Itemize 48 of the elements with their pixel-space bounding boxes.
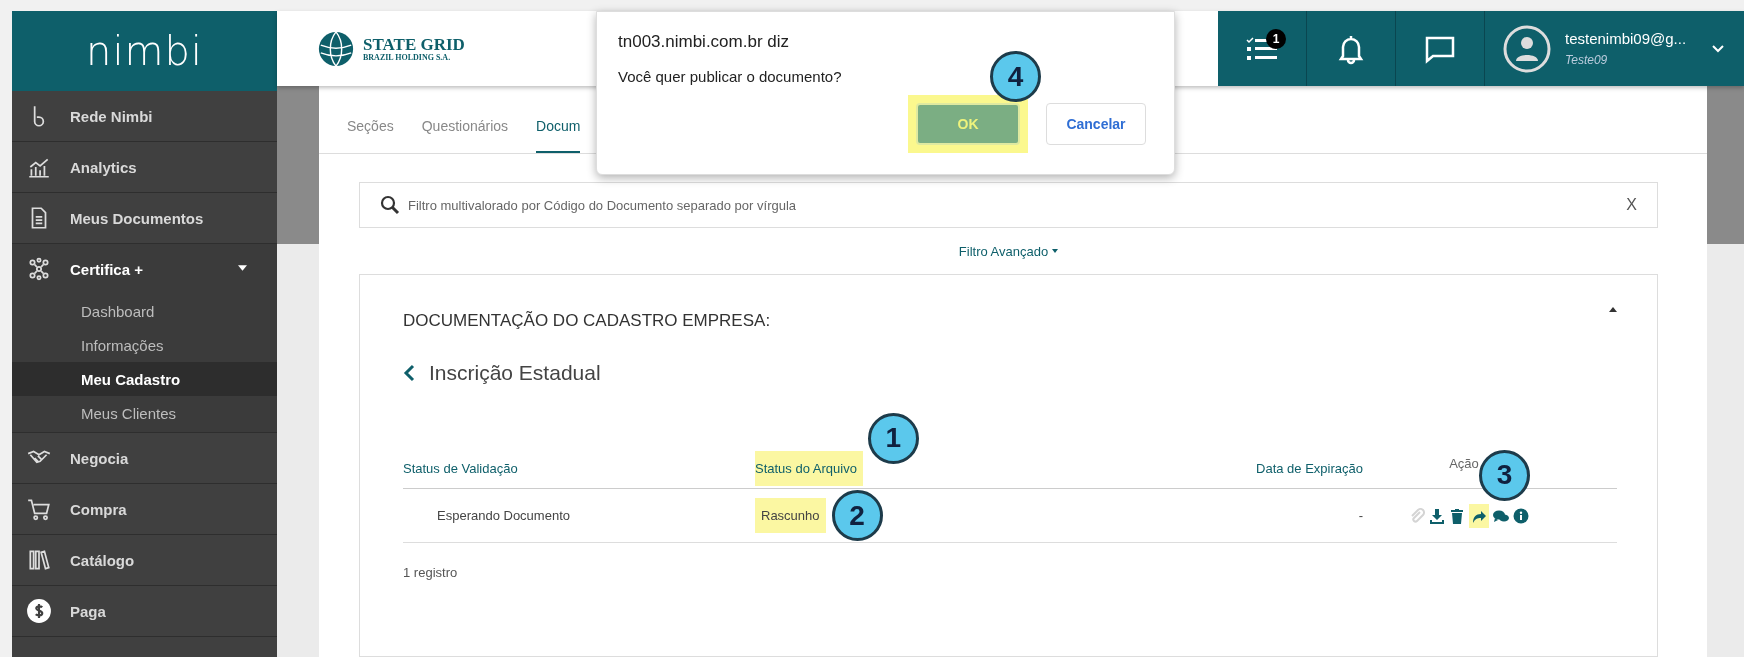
- back-chevron-icon[interactable]: [403, 364, 415, 382]
- search-icon: [380, 195, 400, 215]
- nimbi-logo: nimbi: [12, 11, 277, 91]
- step-number-badge: 1: [867, 412, 919, 464]
- sidebar-subitem[interactable]: Dashboard: [12, 294, 277, 328]
- step-number-badge: 4: [990, 51, 1041, 102]
- sidebar-subitem[interactable]: Meu Cadastro: [12, 362, 277, 396]
- sidebar-subitem[interactable]: Informações: [12, 328, 277, 362]
- sidebar-subitem[interactable]: Meus Clientes: [12, 396, 277, 430]
- tab[interactable]: Questionários: [421, 117, 509, 153]
- step-number-badge: 2: [831, 490, 883, 541]
- chevron-down-icon[interactable]: [1712, 44, 1725, 53]
- dialog-message: Você quer publicar o documento?: [618, 68, 842, 85]
- user-avatar-icon[interactable]: [1503, 24, 1551, 73]
- sidebar-item[interactable]: Catálogo: [12, 535, 277, 586]
- record-count: 1 registro: [403, 565, 459, 580]
- user-email: testenimbi09@g...: [1565, 30, 1687, 47]
- cancel-button[interactable]: Cancelar: [1046, 103, 1146, 145]
- globe-logo-icon: [317, 29, 355, 68]
- company-subtitle: BRAZIL HOLDING S.A.: [363, 52, 452, 62]
- column-header: Data de Expiração: [1256, 460, 1364, 476]
- caret-icon: [238, 265, 247, 271]
- company-name: STATE GRID: [363, 35, 465, 53]
- notification-badge: 1: [1266, 29, 1286, 49]
- collapse-caret-icon[interactable]: [1609, 307, 1617, 312]
- table-cell-text: Esperando Documento: [436, 508, 570, 523]
- caret-icon: [1052, 249, 1059, 253]
- download-icon[interactable]: [1429, 507, 1445, 524]
- info-icon[interactable]: [1513, 507, 1529, 524]
- table-cell-text: -: [1357, 508, 1364, 523]
- tab[interactable]: Docum: [536, 117, 581, 153]
- advanced-filter-link[interactable]: Filtro Avançado: [958, 243, 1049, 259]
- catalog-icon: [26, 547, 52, 573]
- search-field[interactable]: Filtro multivalorado por Código do Documento separado por vírgula X: [359, 182, 1658, 228]
- tab[interactable]: Seções: [347, 117, 394, 153]
- step-number-badge: 3: [1479, 449, 1530, 501]
- column-header: Ação: [1449, 454, 1479, 473]
- user-name: Teste09: [1565, 53, 1609, 67]
- column-header: Status de Validação: [403, 459, 518, 478]
- section-title: Inscrição Estadual: [429, 361, 601, 385]
- trash-icon[interactable]: [1449, 507, 1465, 524]
- card-title: DOCUMENTAÇÃO DO CADASTRO EMPRESA:: [403, 311, 772, 331]
- clear-button[interactable]: X: [1620, 195, 1643, 215]
- cart-icon: [26, 496, 52, 522]
- dollar-coin-icon: [26, 598, 52, 624]
- sidebar-item[interactable]: Paga: [12, 586, 277, 637]
- dialog-title: tn003.nimbi.com.br diz: [618, 32, 791, 52]
- sidebar-item[interactable]: Certifica +: [12, 244, 277, 294]
